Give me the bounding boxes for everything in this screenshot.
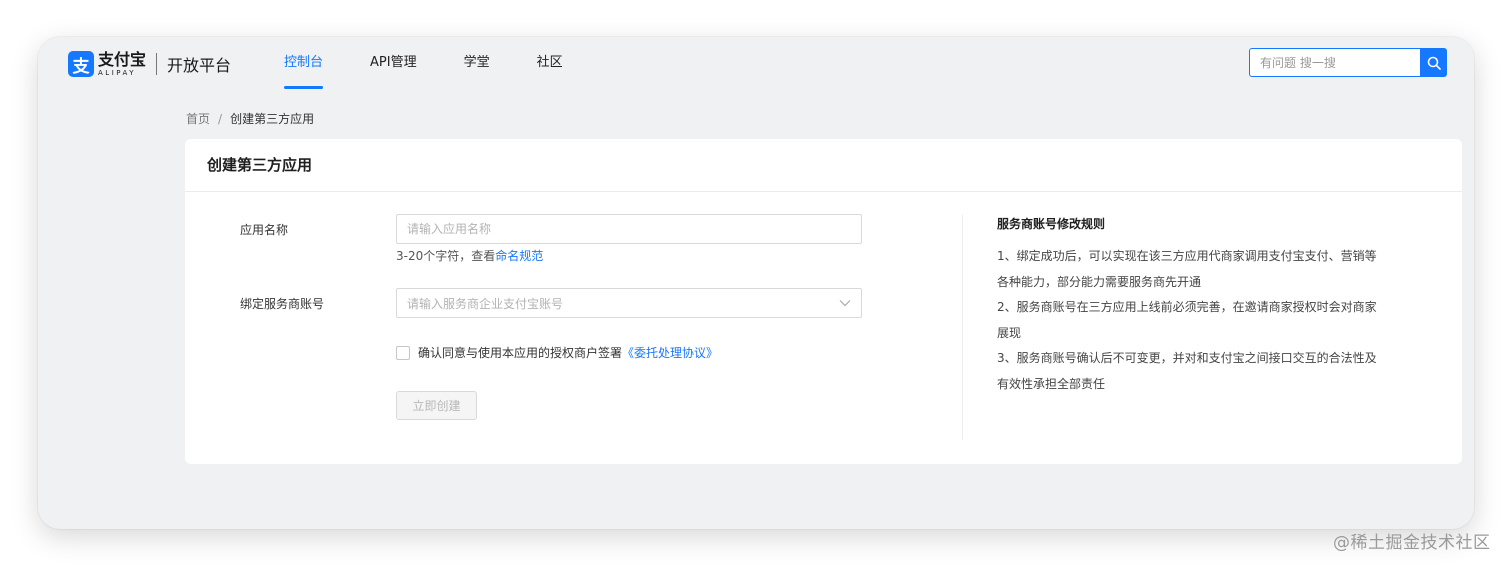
alipay-logo-icon: 支: [68, 51, 94, 77]
logo-divider: [156, 53, 158, 75]
chevron-down-icon: [839, 300, 851, 307]
breadcrumb-separator: /: [218, 111, 223, 126]
rules-line: 3、服务商账号确认后不可变更，并对和支付宝之间接口交互的合法性及: [997, 351, 1377, 365]
brand-name-en: ALIPAY: [98, 68, 137, 77]
app-name-hint: 3-20个字符，查看命名规范: [396, 247, 543, 264]
search-icon: [1427, 56, 1441, 70]
brand-name-cn: 支付宝: [98, 49, 147, 69]
account-rules-panel: 服务商账号修改规则 1、绑定成功后，可以实现在该三方应用代商家调用支付宝支付、营…: [997, 215, 1417, 397]
breadcrumb-current: 创建第三方应用: [230, 112, 315, 126]
search-button[interactable]: [1420, 48, 1447, 77]
top-navigation-bar: 支 支付宝 ALIPAY 开放平台 控制台 API管理 学堂 社区: [38, 37, 1474, 99]
vertical-divider: [962, 215, 963, 440]
breadcrumb-home[interactable]: 首页: [186, 110, 210, 127]
brand-wordmark: 支付宝 ALIPAY: [98, 49, 147, 77]
agreement-checkbox[interactable]: [396, 345, 410, 360]
search-box: [1249, 48, 1447, 77]
create-app-card: 创建第三方应用 应用名称 3-20个字符，查看命名规范 绑定服务商账号 请输入服…: [185, 139, 1462, 464]
main-nav: 控制台 API管理 学堂 社区: [284, 37, 610, 89]
nav-item-community[interactable]: 社区: [537, 37, 563, 89]
watermark: @稀土掘金技术社区: [1333, 533, 1491, 553]
search-input[interactable]: [1249, 48, 1420, 77]
agreement-row: 确认同意与使用本应用的授权商户签署 《委托处理协议》: [396, 344, 718, 361]
rules-line: 有效性承担全部责任: [997, 376, 1106, 391]
breadcrumb: 首页 / 创建第三方应用: [186, 110, 314, 127]
create-now-button[interactable]: 立即创建: [396, 391, 477, 420]
app-name-hint-text: 3-20个字符，查看: [396, 249, 496, 263]
agreement-text: 确认同意与使用本应用的授权商户签署: [418, 346, 623, 360]
nav-item-academy[interactable]: 学堂: [464, 37, 490, 89]
app-name-input[interactable]: [396, 214, 862, 244]
provider-account-select[interactable]: 请输入服务商企业支付宝账号: [396, 288, 862, 318]
rules-title: 服务商账号修改规则: [997, 217, 1106, 231]
nav-item-console[interactable]: 控制台: [284, 37, 324, 89]
app-name-label: 应用名称: [240, 223, 289, 237]
brand-logo[interactable]: 支 支付宝 ALIPAY 开放平台: [68, 51, 231, 77]
app-window: 支 支付宝 ALIPAY 开放平台 控制台 API管理 学堂 社区 有问题 搜一…: [38, 37, 1474, 529]
provider-account-placeholder: 请输入服务商企业支付宝账号: [407, 296, 564, 311]
nav-item-api-management[interactable]: API管理: [370, 37, 417, 89]
rules-line: 1、绑定成功后，可以实现在该三方应用代商家调用支付宝支付、营销等: [997, 249, 1377, 263]
rules-line: 2、服务商账号在三方应用上线前必须完善，在邀请商家授权时会对商家: [997, 300, 1377, 314]
rules-line: 各种能力，部分能力需要服务商先开通: [997, 274, 1202, 289]
page-title: 创建第三方应用: [185, 139, 1462, 192]
provider-account-label: 绑定服务商账号: [240, 297, 325, 311]
agreement-link[interactable]: 《委托处理协议》: [622, 344, 718, 361]
platform-name: 开放平台: [167, 56, 232, 75]
naming-rules-link[interactable]: 命名规范: [495, 249, 543, 263]
rules-line: 展现: [997, 325, 1022, 340]
